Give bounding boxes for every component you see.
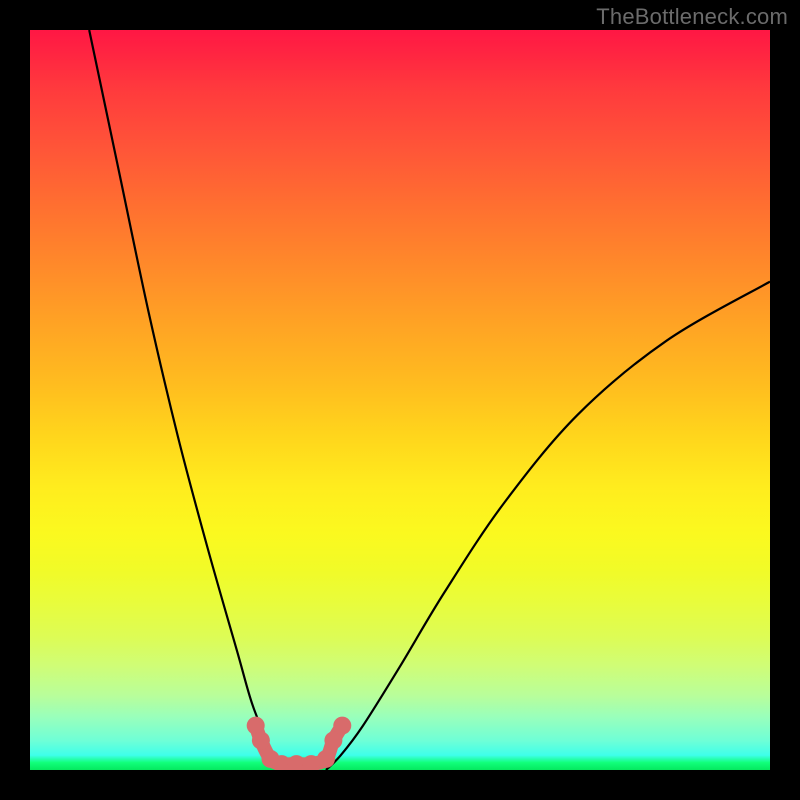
optimal-marker-dot bbox=[252, 731, 270, 749]
watermark-text: TheBottleneck.com bbox=[596, 4, 788, 30]
optimal-marker-dot bbox=[317, 750, 335, 768]
plot-area bbox=[30, 30, 770, 770]
chart-frame: TheBottleneck.com bbox=[0, 0, 800, 800]
chart-svg bbox=[30, 30, 770, 770]
bottleneck-curve-right bbox=[326, 282, 770, 770]
bottleneck-curve-left bbox=[89, 30, 289, 770]
optimal-marker-dot bbox=[333, 717, 351, 735]
